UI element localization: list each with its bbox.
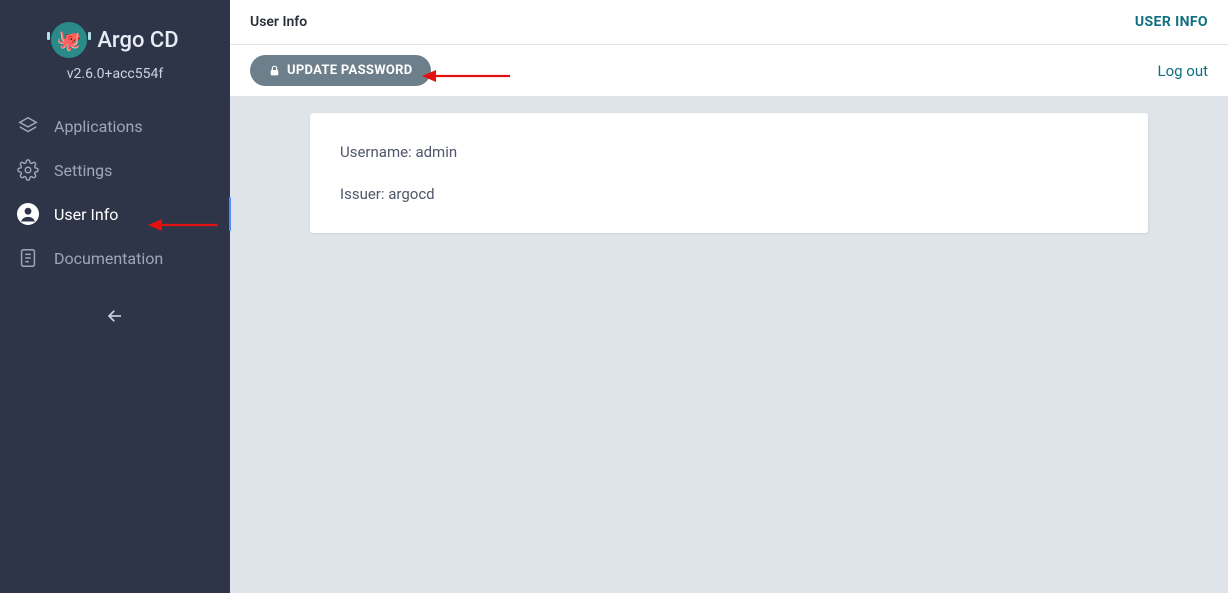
breadcrumb-right[interactable]: USER INFO (1135, 14, 1208, 30)
page-title: User Info (250, 14, 307, 30)
book-icon (16, 246, 40, 270)
content-area: Username: admin Issuer: argocd (230, 97, 1228, 593)
top-bar: User Info USER INFO (230, 0, 1228, 45)
issuer-row: Issuer: argocd (340, 179, 1118, 209)
lock-icon (268, 64, 281, 77)
user-info-card: Username: admin Issuer: argocd (310, 113, 1148, 233)
logout-link[interactable]: Log out (1157, 62, 1208, 80)
sidebar-item-label: Settings (54, 161, 112, 180)
active-indicator (229, 197, 231, 231)
username-label: Username: (340, 143, 412, 161)
main-area: User Info USER INFO UPDATE PASSWORD Log … (230, 0, 1228, 593)
toolbar: UPDATE PASSWORD Log out (230, 45, 1228, 97)
collapse-sidebar-button[interactable] (103, 304, 127, 328)
sidebar-item-applications[interactable]: Applications (0, 104, 230, 148)
sidebar-item-label: Documentation (54, 249, 163, 268)
gear-icon (16, 158, 40, 182)
sidebar: 🐙 Argo CD v2.6.0+acc554f Applications Se… (0, 0, 230, 593)
sidebar-item-user-info[interactable]: User Info (0, 192, 230, 236)
argo-logo-icon: 🐙 (51, 22, 87, 58)
issuer-label: Issuer: (340, 185, 385, 203)
user-circle-icon (16, 202, 40, 226)
sidebar-nav: Applications Settings User Info Docume (0, 104, 230, 280)
layers-icon (16, 114, 40, 138)
update-password-button[interactable]: UPDATE PASSWORD (250, 55, 431, 86)
username-row: Username: admin (340, 137, 1118, 167)
issuer-value: argocd (388, 185, 434, 203)
brand-row: 🐙 Argo CD (0, 0, 230, 66)
update-password-label: UPDATE PASSWORD (287, 63, 413, 78)
sidebar-item-label: User Info (54, 205, 118, 224)
sidebar-item-documentation[interactable]: Documentation (0, 236, 230, 280)
sidebar-item-label: Applications (54, 117, 143, 136)
product-name: Argo CD (97, 28, 178, 53)
sidebar-item-settings[interactable]: Settings (0, 148, 230, 192)
username-value: admin (415, 143, 457, 161)
version-label: v2.6.0+acc554f (0, 66, 230, 104)
